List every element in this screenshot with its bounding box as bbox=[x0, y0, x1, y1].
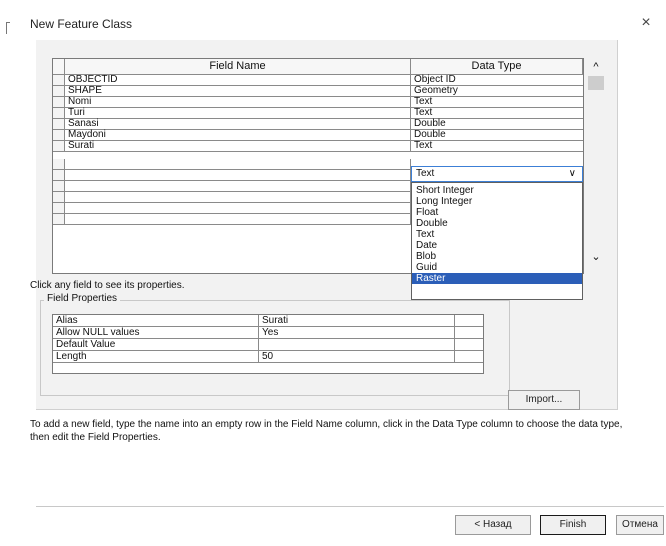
field-name-header[interactable]: Field Name bbox=[65, 59, 411, 75]
dropdown-option[interactable]: Text bbox=[412, 229, 582, 240]
field-name-cell[interactable]: Turi bbox=[65, 108, 411, 119]
field-properties-legend: Field Properties bbox=[44, 293, 121, 304]
footer-divider bbox=[36, 506, 664, 507]
property-name: Length bbox=[53, 351, 259, 363]
grid-header: Field Name Data Type bbox=[53, 59, 583, 75]
row-selector[interactable] bbox=[53, 170, 65, 181]
field-name-cell[interactable]: Nomi bbox=[65, 97, 411, 108]
field-name-cell[interactable] bbox=[65, 170, 411, 181]
dropdown-option[interactable]: Long Integer bbox=[412, 196, 582, 207]
field-name-cell[interactable]: OBJECTID bbox=[65, 75, 411, 86]
dropdown-option[interactable]: Guid bbox=[412, 262, 582, 273]
row-selector[interactable] bbox=[53, 97, 65, 108]
data-type-select[interactable]: Text ∨ bbox=[411, 166, 583, 182]
property-value[interactable] bbox=[259, 339, 455, 351]
data-type-cell[interactable]: Text bbox=[411, 97, 583, 108]
field-name-cell[interactable]: SHAPE bbox=[65, 86, 411, 97]
row-selector[interactable] bbox=[53, 119, 65, 130]
property-value[interactable]: 50 bbox=[259, 351, 455, 363]
dropdown-option[interactable]: Float bbox=[412, 207, 582, 218]
close-icon[interactable]: × bbox=[638, 14, 654, 32]
field-name-cell[interactable]: Maydoni bbox=[65, 130, 411, 141]
field-properties-table: Alias Surati Allow NULL values Yes Defau… bbox=[52, 314, 484, 374]
property-row[interactable]: Allow NULL values Yes bbox=[53, 327, 483, 339]
hint-text: Click any field to see its properties. bbox=[30, 280, 185, 291]
back-button[interactable]: < Назад bbox=[455, 515, 531, 535]
scroll-down-icon[interactable]: ⌄ bbox=[586, 250, 606, 264]
row-selector[interactable] bbox=[53, 203, 65, 214]
grid-scrollbar[interactable]: ^ ⌄ bbox=[586, 58, 606, 276]
field-name-cell[interactable] bbox=[65, 192, 411, 203]
row-selector[interactable] bbox=[53, 159, 65, 170]
data-type-select-value: Text bbox=[416, 168, 435, 179]
dialog-title: New Feature Class bbox=[30, 17, 133, 31]
row-selector[interactable] bbox=[53, 75, 65, 86]
field-name-cell[interactable] bbox=[65, 181, 411, 192]
row-selector[interactable] bbox=[53, 214, 65, 225]
property-row[interactable]: Length 50 bbox=[53, 351, 483, 363]
table-row[interactable]: Turi Text bbox=[53, 108, 583, 119]
row-selector[interactable] bbox=[53, 181, 65, 192]
table-row[interactable]: SHAPE Geometry bbox=[53, 86, 583, 97]
property-value[interactable]: Surati bbox=[259, 315, 455, 327]
window-edge-mark bbox=[6, 22, 10, 34]
property-row[interactable]: Default Value bbox=[53, 339, 483, 351]
table-row[interactable]: OBJECTID Object ID bbox=[53, 75, 583, 86]
field-name-cell[interactable] bbox=[65, 214, 411, 225]
table-row[interactable]: Surati Text bbox=[53, 141, 583, 152]
data-type-cell[interactable]: Double bbox=[411, 130, 583, 141]
chevron-down-icon[interactable]: ∨ bbox=[569, 167, 576, 181]
field-name-cell[interactable] bbox=[65, 203, 411, 214]
dropdown-option[interactable]: Double bbox=[412, 218, 582, 229]
field-name-cell[interactable]: Sanasi bbox=[65, 119, 411, 130]
row-selector[interactable] bbox=[53, 108, 65, 119]
data-type-header[interactable]: Data Type bbox=[411, 59, 583, 75]
row-selector[interactable] bbox=[53, 86, 65, 97]
dropdown-option[interactable]: Date bbox=[412, 240, 582, 251]
data-type-cell[interactable]: Geometry bbox=[411, 86, 583, 97]
cancel-button[interactable]: Отмена bbox=[616, 515, 664, 535]
table-row[interactable]: Sanasi Double bbox=[53, 119, 583, 130]
field-name-cell[interactable]: Surati bbox=[65, 141, 411, 152]
row-selector[interactable] bbox=[53, 130, 65, 141]
property-name: Default Value bbox=[53, 339, 259, 351]
table-row[interactable]: Maydoni Double bbox=[53, 130, 583, 141]
dropdown-option-highlighted[interactable]: Raster bbox=[412, 273, 582, 284]
property-row[interactable]: Alias Surati bbox=[53, 315, 483, 327]
row-selector[interactable] bbox=[53, 192, 65, 203]
field-name-cell[interactable] bbox=[65, 159, 411, 170]
finish-button[interactable]: Finish bbox=[540, 515, 606, 535]
row-selector-header bbox=[53, 59, 65, 75]
property-name: Allow NULL values bbox=[53, 327, 259, 339]
scroll-up-icon[interactable]: ^ bbox=[586, 60, 606, 74]
data-type-cell[interactable]: Text bbox=[411, 141, 583, 152]
property-name: Alias bbox=[53, 315, 259, 327]
instructions-text: To add a new field, type the name into a… bbox=[30, 419, 623, 443]
property-value[interactable]: Yes bbox=[259, 327, 455, 339]
dropdown-option[interactable]: Short Integer bbox=[412, 185, 582, 196]
row-selector[interactable] bbox=[53, 141, 65, 152]
dropdown-option[interactable]: Blob bbox=[412, 251, 582, 262]
data-type-dropdown: Short Integer Long Integer Float Double … bbox=[411, 182, 583, 300]
scroll-thumb[interactable] bbox=[588, 76, 604, 90]
table-row[interactable]: Nomi Text bbox=[53, 97, 583, 108]
import-button[interactable]: Import... bbox=[508, 390, 580, 410]
